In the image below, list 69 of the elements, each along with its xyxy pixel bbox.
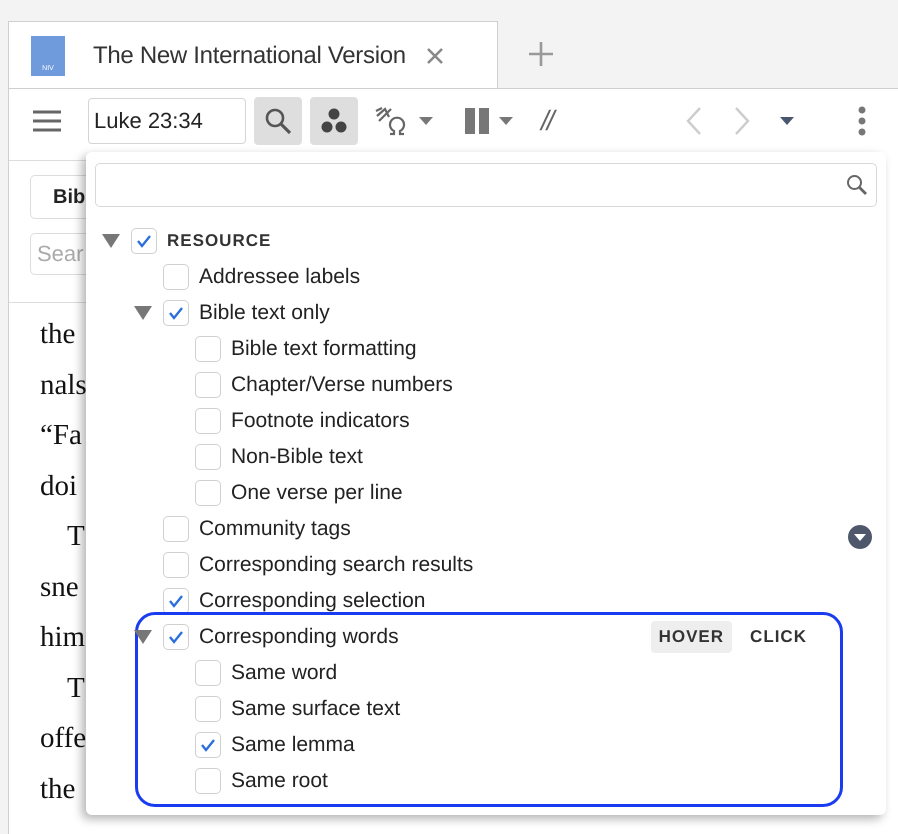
expanded-icon[interactable] [134,630,152,644]
tab-title: The New International Version [93,42,406,70]
checkbox[interactable] [195,336,221,362]
plus-icon[interactable] [528,41,554,67]
checkbox[interactable] [163,588,189,614]
search-button[interactable] [254,96,302,144]
tree-label: Bible text formatting [231,337,417,361]
checkbox[interactable] [195,480,221,506]
reading-text: nals [39,368,86,402]
checkbox[interactable] [163,552,189,578]
mode-toggle[interactable]: CLICK [742,621,815,653]
checkbox[interactable] [163,624,189,650]
tree-label: Same surface text [231,697,400,721]
checkbox[interactable] [131,228,157,254]
reading-text: him [39,620,86,655]
checkbox[interactable] [163,264,189,290]
tree-label: RESOURCE [167,231,272,251]
reading-text: offe [39,721,86,756]
checkbox[interactable] [195,696,221,722]
tree-label: Corresponding words [199,625,399,649]
tree-label: Addressee labels [199,265,360,289]
tree-label: Footnote indicators [231,409,410,433]
checkbox[interactable] [163,300,189,326]
columns-icon[interactable] [465,108,489,134]
tree-label: Bible text only [199,301,330,325]
checkbox[interactable] [195,408,221,434]
filter-field[interactable] [95,163,877,207]
caret-icon[interactable] [499,116,513,124]
search-icon [846,174,868,196]
caret-icon[interactable] [780,116,794,124]
check-icon [168,306,184,320]
caret-icon[interactable] [419,116,433,124]
more-icon[interactable] [858,106,866,136]
search-icon [264,106,292,134]
reading-text: sne [39,570,80,604]
expanded-icon[interactable] [102,234,120,248]
check-icon [136,234,152,248]
cluster-button[interactable] [310,96,358,144]
tree-label: Non-Bible text [231,445,363,469]
menu-icon[interactable] [32,108,62,132]
reading-text: the [39,772,76,806]
dots-icon [320,106,348,134]
checkbox[interactable] [195,732,221,758]
checkbox[interactable] [195,444,221,470]
expanded-icon[interactable] [134,306,152,320]
close-icon[interactable] [426,46,444,64]
reading-text: the [39,317,76,352]
check-icon [200,738,216,752]
tree-label: Corresponding selection [199,589,426,613]
tree-label: Chapter/Verse numbers [231,373,453,397]
reference-field[interactable]: Luke 23:34 [88,98,246,144]
tree-label: Same lemma [231,733,355,757]
checkbox[interactable] [195,660,221,686]
checkbox[interactable] [195,372,221,398]
tree-label: Corresponding search results [199,553,474,577]
checkbox[interactable] [163,516,189,542]
scroll-down-icon[interactable] [847,524,873,550]
tree-label: Same word [231,661,338,685]
checkbox[interactable] [195,768,221,794]
check-icon [168,594,184,608]
check-icon [168,630,184,644]
tree-label: One verse per line [231,481,403,505]
reading-text: T [66,519,86,554]
tree-label: Community tags [199,517,351,541]
mode-toggle[interactable]: HOVER [650,621,732,653]
tree-label: Same root [231,769,328,793]
reading-text: “Fa [39,418,83,453]
reading-text: doi [39,468,78,504]
reading-text: T [66,670,86,706]
